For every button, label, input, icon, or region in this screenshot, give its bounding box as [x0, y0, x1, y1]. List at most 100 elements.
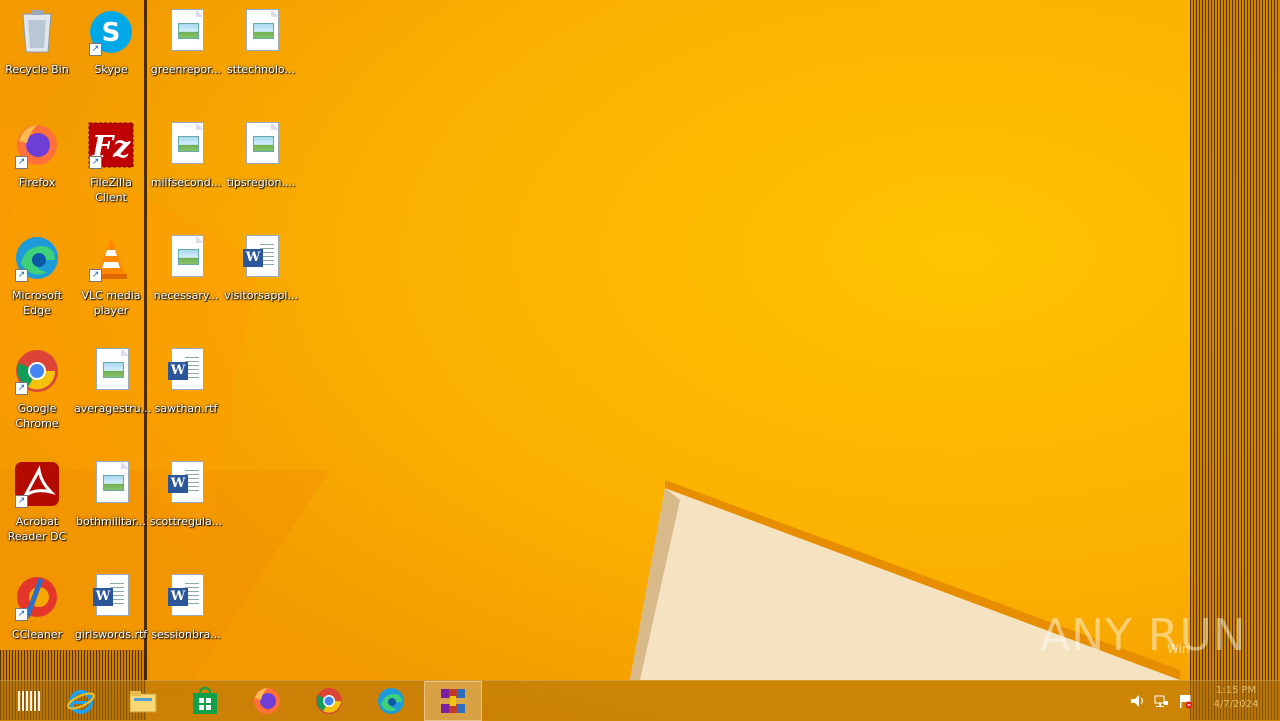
- flag-alert-icon: [1180, 695, 1193, 709]
- desktop-icon-word-file[interactable]: W sawthan.rtf: [149, 347, 223, 416]
- desktop-icon-firefox[interactable]: ↗ Firefox: [0, 121, 74, 190]
- chrome-icon: [316, 688, 342, 714]
- desktop-icon-image-file[interactable]: necessary...: [149, 234, 223, 303]
- start-button[interactable]: [0, 681, 58, 721]
- internet-explorer-icon: [67, 690, 95, 714]
- icon-label: necessary...: [153, 289, 219, 302]
- taskbar-store[interactable]: [176, 681, 234, 721]
- volume-button[interactable]: [1126, 681, 1148, 721]
- icon-label: milfsecond...: [150, 176, 222, 189]
- icon-label: sttechnolo...: [227, 63, 295, 76]
- word-document-icon: W: [162, 347, 210, 395]
- taskbar-clock[interactable]: 1:15 PM 4/7/2024: [1205, 684, 1267, 712]
- windows-logo-icon: [18, 691, 40, 711]
- desktop-icon-vlc[interactable]: ↗ VLC media player: [74, 234, 148, 318]
- icon-label: visitorsappl...: [224, 289, 298, 302]
- taskbar: [0, 680, 1280, 721]
- image-file-icon: [237, 121, 285, 169]
- shortcut-arrow-icon: ↗: [15, 608, 28, 621]
- image-file-icon: [162, 8, 210, 56]
- action-center-button[interactable]: [1174, 681, 1196, 721]
- desktop-icon-word-file[interactable]: W sessionbra...: [149, 573, 223, 642]
- icon-label: VLC media player: [81, 289, 141, 317]
- edge-icon: ↗: [13, 234, 61, 282]
- shortcut-arrow-icon: ↗: [89, 156, 102, 169]
- icon-label: FileZilla Client: [90, 176, 132, 204]
- speaker-icon: [1131, 695, 1143, 707]
- desktop-icon-image-file[interactable]: milfsecond...: [149, 121, 223, 190]
- clock-date: 4/7/2024: [1213, 699, 1259, 710]
- icon-label: scottregula...: [149, 515, 223, 528]
- desktop-icon-image-file[interactable]: sttechnolo...: [224, 8, 298, 77]
- word-document-icon: W: [87, 573, 135, 621]
- desktop-icon-filezilla[interactable]: Fz ↗ FileZilla Client: [74, 121, 148, 205]
- filezilla-icon: Fz ↗: [87, 121, 135, 169]
- taskbar-internet-explorer[interactable]: [52, 681, 110, 721]
- anyrun-watermark: ANY RUN Win: [1040, 610, 1247, 661]
- icon-label: greenrepor...: [150, 63, 222, 76]
- folder-icon: [129, 691, 157, 713]
- shortcut-arrow-icon: ↗: [89, 43, 102, 56]
- taskbar-firefox[interactable]: [238, 681, 296, 721]
- desktop-icon-chrome[interactable]: ↗ Google Chrome: [0, 347, 74, 431]
- store-icon: [193, 686, 217, 714]
- word-document-icon: W: [162, 573, 210, 621]
- shortcut-arrow-icon: ↗: [15, 495, 28, 508]
- icon-label: Recycle Bin: [5, 63, 69, 76]
- clock-time: 1:15 PM: [1215, 685, 1257, 696]
- icon-label: bothmilitar...: [76, 515, 146, 528]
- svg-text:S: S: [102, 18, 121, 48]
- desktop-icon-edge[interactable]: ↗ Microsoft Edge: [0, 234, 74, 318]
- icon-label: Acrobat Reader DC: [7, 515, 67, 543]
- icon-label: girlswords.rtf: [74, 628, 148, 641]
- image-file-icon: [162, 121, 210, 169]
- desktop-icon-image-file[interactable]: bothmilitar...: [74, 460, 148, 529]
- recycle-bin-icon: [13, 8, 61, 56]
- image-file-icon: [162, 234, 210, 282]
- ccleaner-icon: ↗: [13, 573, 61, 621]
- taskbar-winrar[interactable]: [424, 681, 482, 721]
- icon-label: Microsoft Edge: [11, 289, 63, 317]
- desktop-icon-word-file[interactable]: W girlswords.rtf: [74, 573, 148, 642]
- watermark-text: ANY RUN: [1040, 610, 1247, 661]
- desktop-icon-word-file[interactable]: W scottregula...: [149, 460, 223, 529]
- desktop-icon-acrobat[interactable]: ↗ Acrobat Reader DC: [0, 460, 74, 544]
- network-icon: [1154, 695, 1168, 707]
- desktop-icon-image-file[interactable]: averagestru...: [74, 347, 152, 416]
- icon-label: Firefox: [18, 176, 56, 189]
- icon-label: Google Chrome: [15, 402, 59, 430]
- desktop-icon-image-file[interactable]: tipsregion....: [224, 121, 298, 190]
- image-file-icon: [87, 347, 135, 395]
- taskbar-file-explorer[interactable]: [114, 681, 172, 721]
- skype-icon: S ↗: [87, 8, 135, 56]
- winrar-icon: [439, 689, 467, 713]
- desktop-icon-recycle-bin[interactable]: Recycle Bin: [0, 8, 74, 77]
- taskbar-edge[interactable]: [362, 681, 420, 721]
- icon-label: sawthan.rtf: [154, 402, 218, 415]
- desktop-icon-ccleaner[interactable]: ↗ CCleaner: [0, 573, 74, 642]
- network-button[interactable]: [1150, 681, 1172, 721]
- watermark-subtext: Win: [1167, 642, 1190, 656]
- icon-label: tipsregion....: [226, 176, 296, 189]
- icon-label: sessionbra...: [151, 628, 221, 641]
- desktop-icon-skype[interactable]: S ↗ Skype: [74, 8, 148, 77]
- edge-icon: [378, 688, 404, 714]
- acrobat-icon: ↗: [13, 460, 61, 508]
- word-document-icon: W: [237, 234, 285, 282]
- icon-label: Skype: [94, 63, 128, 76]
- firefox-icon: ↗: [13, 121, 61, 169]
- desktop-icon-word-file[interactable]: W visitorsappl...: [224, 234, 298, 303]
- word-document-icon: W: [162, 460, 210, 508]
- shortcut-arrow-icon: ↗: [15, 382, 28, 395]
- taskbar-chrome[interactable]: [300, 681, 358, 721]
- image-file-icon: [237, 8, 285, 56]
- shortcut-arrow-icon: ↗: [89, 269, 102, 282]
- desktop-icon-image-file[interactable]: greenrepor...: [149, 8, 223, 77]
- firefox-icon: [254, 688, 280, 714]
- icon-label: CCleaner: [11, 628, 63, 641]
- vlc-icon: ↗: [87, 234, 135, 282]
- icon-label: averagestru...: [74, 402, 152, 415]
- chrome-icon: ↗: [13, 347, 61, 395]
- image-file-icon: [87, 460, 135, 508]
- shortcut-arrow-icon: ↗: [15, 269, 28, 282]
